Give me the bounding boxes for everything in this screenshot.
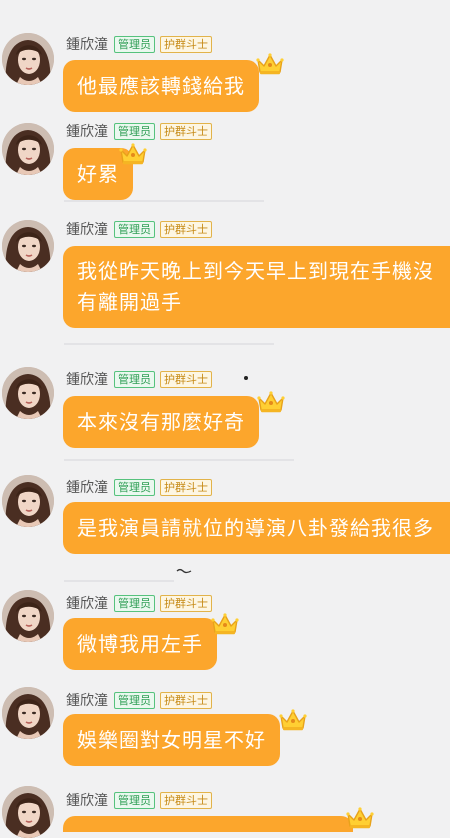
message-bubble[interactable]: 微博我用左手 bbox=[63, 618, 217, 670]
avatar[interactable] bbox=[2, 786, 54, 838]
crown-icon bbox=[210, 612, 240, 636]
username[interactable]: 鍾欣潼 bbox=[66, 790, 108, 810]
crown-icon bbox=[278, 708, 308, 732]
guard-badge: 护群斗士 bbox=[160, 478, 212, 496]
admin-badge: 管理员 bbox=[114, 220, 155, 238]
guard-badge: 护群斗士 bbox=[160, 370, 212, 388]
guard-badge: 护群斗士 bbox=[160, 791, 212, 809]
guard-badge: 护群斗士 bbox=[160, 691, 212, 709]
message-divider bbox=[64, 343, 274, 345]
admin-badge: 管理员 bbox=[114, 122, 155, 140]
message-bubble[interactable] bbox=[63, 816, 353, 832]
username[interactable]: 鍾欣潼 bbox=[66, 121, 108, 141]
username[interactable]: 鍾欣潼 bbox=[66, 219, 108, 239]
avatar[interactable] bbox=[2, 590, 54, 642]
admin-badge: 管理员 bbox=[114, 478, 155, 496]
admin-badge: 管理员 bbox=[114, 594, 155, 612]
sender-info: 鍾欣潼 管理员 护群斗士 bbox=[66, 790, 217, 810]
username[interactable]: 鍾欣潼 bbox=[66, 369, 108, 389]
avatar[interactable] bbox=[2, 33, 54, 85]
message-divider bbox=[64, 459, 294, 461]
avatar[interactable] bbox=[2, 367, 54, 419]
message-bubble[interactable]: 是我演員請就位的導演八卦發給我很多 bbox=[63, 502, 450, 554]
avatar[interactable] bbox=[2, 475, 54, 527]
admin-badge: 管理员 bbox=[114, 35, 155, 53]
sender-info: 鍾欣潼 管理员 护群斗士 bbox=[66, 219, 217, 239]
sender-info: 鍾欣潼 管理员 护群斗士 bbox=[66, 121, 217, 141]
sender-info: 鍾欣潼 管理员 护群斗士 bbox=[66, 369, 217, 389]
guard-badge: 护群斗士 bbox=[160, 122, 212, 140]
username[interactable]: 鍾欣潼 bbox=[66, 593, 108, 613]
sender-info: 鍾欣潼 管理员 护群斗士 bbox=[66, 477, 217, 497]
message-divider bbox=[64, 580, 174, 582]
stray-dot bbox=[244, 376, 248, 380]
guard-badge: 护群斗士 bbox=[160, 35, 212, 53]
admin-badge: 管理员 bbox=[114, 691, 155, 709]
username[interactable]: 鍾欣潼 bbox=[66, 34, 108, 54]
stray-mark bbox=[176, 568, 192, 574]
crown-icon bbox=[118, 142, 148, 166]
message-bubble[interactable]: 他最應該轉錢給我 bbox=[63, 60, 259, 112]
sender-info: 鍾欣潼 管理员 护群斗士 bbox=[66, 593, 217, 613]
admin-badge: 管理员 bbox=[114, 791, 155, 809]
message-bubble[interactable]: 我從昨天晚上到今天早上到現在手機沒有離開過手 bbox=[63, 246, 450, 328]
crown-icon bbox=[255, 52, 285, 76]
avatar[interactable] bbox=[2, 123, 54, 175]
crown-icon bbox=[345, 806, 375, 830]
message-divider bbox=[64, 200, 264, 202]
admin-badge: 管理员 bbox=[114, 370, 155, 388]
avatar[interactable] bbox=[2, 687, 54, 739]
message-bubble[interactable]: 本來沒有那麼好奇 bbox=[63, 396, 259, 448]
sender-info: 鍾欣潼 管理员 护群斗士 bbox=[66, 34, 217, 54]
crown-icon bbox=[256, 390, 286, 414]
avatar[interactable] bbox=[2, 220, 54, 272]
guard-badge: 护群斗士 bbox=[160, 220, 212, 238]
guard-badge: 护群斗士 bbox=[160, 594, 212, 612]
sender-info: 鍾欣潼 管理员 护群斗士 bbox=[66, 690, 217, 710]
message-bubble[interactable]: 娛樂圈對女明星不好 bbox=[63, 714, 280, 766]
username[interactable]: 鍾欣潼 bbox=[66, 477, 108, 497]
username[interactable]: 鍾欣潼 bbox=[66, 690, 108, 710]
